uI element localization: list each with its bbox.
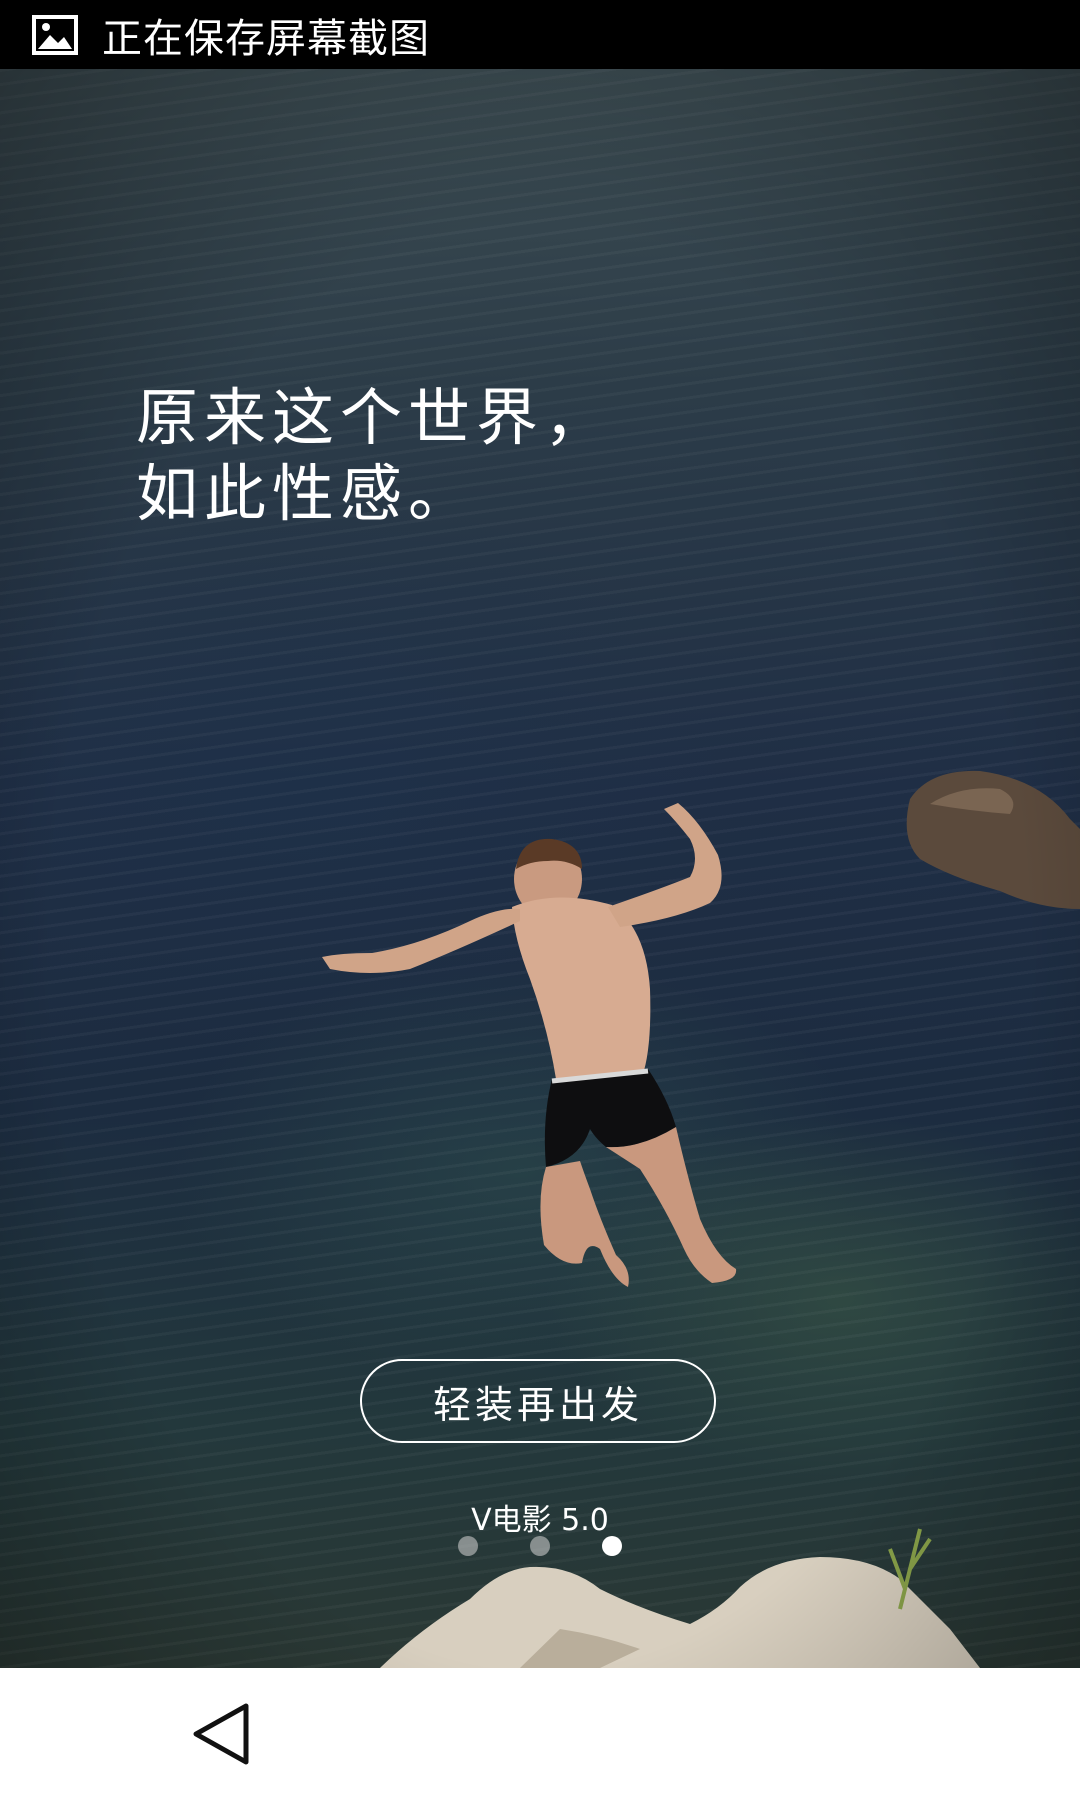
status-bar: 正在保存屏幕截图 — [0, 0, 1080, 69]
screen: 正在保存屏幕截图 原来这个世界， 如此性感。 轻装再出发 V电影 5.0 — [0, 0, 1080, 1800]
version-label: V电影 5.0 — [471, 1503, 609, 1538]
start-button[interactable]: 轻装再出发 — [360, 1359, 716, 1443]
back-triangle-icon[interactable] — [190, 1702, 252, 1766]
page-dot-3-active[interactable] — [602, 1536, 622, 1556]
page-indicator — [0, 1536, 1080, 1556]
page-dot-2[interactable] — [530, 1536, 550, 1556]
navigation-bar — [0, 1668, 1080, 1800]
status-text: 正在保存屏幕截图 — [102, 15, 430, 62]
headline-line-1: 原来这个世界， — [136, 380, 613, 454]
page-dot-1[interactable] — [458, 1536, 478, 1556]
headline: 原来这个世界， 如此性感。 — [136, 380, 612, 532]
headline-line-2: 如此性感。 — [136, 456, 477, 530]
image-icon — [32, 14, 78, 55]
